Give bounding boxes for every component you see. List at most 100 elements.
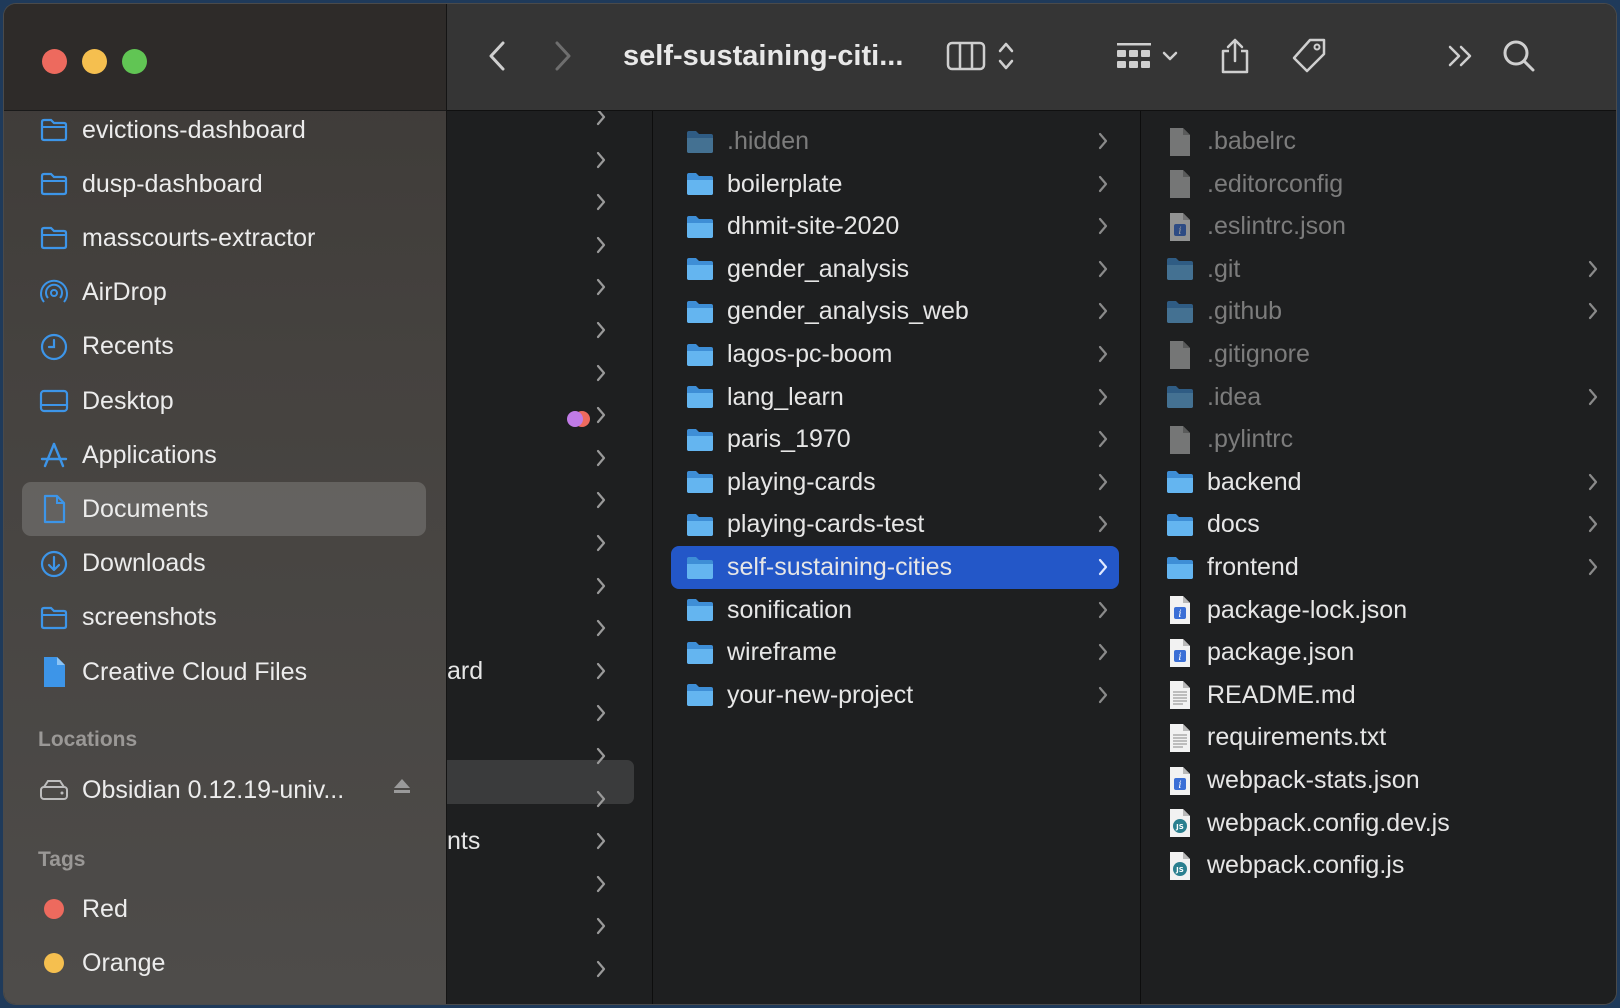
chevron-right-icon (1097, 642, 1109, 667)
sidebar-item-downloads[interactable]: Downloads (22, 537, 426, 591)
file-row-webpack-config-dev-js[interactable]: JS webpack.config.dev.js (1165, 802, 1605, 845)
file-icon (1165, 425, 1195, 455)
folder-row-hidden[interactable]: .hidden (671, 120, 1119, 163)
folder-row-docs[interactable]: docs (1165, 503, 1605, 546)
folder-icon (1165, 553, 1195, 583)
share-button[interactable] (1213, 36, 1257, 80)
minimize-window-button[interactable] (82, 49, 107, 74)
folder-row-backend[interactable]: backend (1165, 461, 1605, 504)
chevron-right-icon (1097, 387, 1109, 412)
folder-row-git[interactable]: .git (1165, 248, 1605, 291)
sidebar-item-airdrop[interactable]: AirDrop (22, 266, 426, 320)
sidebar: evictions-dashboard dusp-dashboard masscou… (4, 4, 447, 1004)
view-mode-button[interactable] (935, 36, 1025, 80)
folder-row-frontend[interactable]: frontend (1165, 546, 1605, 589)
sidebar-header (4, 4, 446, 111)
sidebar-item-label: screenshots (82, 603, 217, 632)
chevron-right-icon (595, 831, 607, 856)
sidebar-item-dusp-dashboard[interactable]: dusp-dashboard (22, 157, 426, 211)
folder-row-lagos-pc-boom[interactable]: lagos-pc-boom (671, 333, 1119, 376)
sidebar-item-evictions-dashboard[interactable]: evictions-dashboard (22, 103, 426, 157)
sidebar-tag-red[interactable]: Red (22, 882, 426, 936)
back-button[interactable] (475, 36, 519, 80)
item-label: .eslintrc.json (1207, 212, 1346, 241)
folder-row-idea[interactable]: .idea (1165, 376, 1605, 419)
chevron-right-icon (1097, 131, 1109, 156)
file-row-webpack-config-js[interactable]: JS webpack.config.js (1165, 844, 1605, 887)
sidebar-item-creative-cloud-files[interactable]: Creative Cloud Files (22, 645, 426, 699)
sidebar-item-documents[interactable]: Documents (22, 482, 426, 537)
file-row-pylintrc[interactable]: .pylintrc (1165, 418, 1605, 461)
sidebar-item-label: masscourts-extractor (82, 223, 316, 252)
sidebar-tag-orange[interactable]: Orange (22, 936, 426, 990)
search-button[interactable] (1497, 36, 1541, 80)
item-label: .pylintrc (1207, 425, 1294, 454)
sidebar-item-desktop[interactable]: Desktop (22, 374, 426, 428)
sidebar-item-obsidian[interactable]: Obsidian 0.12.19-univ... (22, 763, 426, 817)
folder-icon (38, 602, 70, 634)
item-label: .git (1207, 254, 1241, 283)
chevron-right-icon (595, 916, 607, 941)
folder-row-lang-learn[interactable]: lang_learn (671, 376, 1119, 419)
desktop-icon (38, 385, 70, 417)
file-row-package-json[interactable]: i package.json (1165, 631, 1605, 674)
file-icon (1165, 340, 1195, 370)
file-icon (1165, 127, 1195, 157)
folder-row-playing-cards-test[interactable]: playing-cards-test (671, 503, 1119, 546)
file-row-gitignore[interactable]: .gitignore (1165, 333, 1605, 376)
item-label: .editorconfig (1207, 169, 1344, 198)
folder-row-paris-1970[interactable]: paris_1970 (671, 418, 1119, 461)
sidebar-item-masscourts-extractor[interactable]: masscourts-extractor (22, 211, 426, 265)
file-row-babelrc[interactable]: .babelrc (1165, 120, 1605, 163)
sidebar-item-recents[interactable]: Recents (22, 320, 426, 374)
group-button[interactable] (1111, 36, 1183, 80)
sidebar-item-label: dusp-dashboard (82, 169, 263, 198)
folder-row-your-new-project[interactable]: your-new-project (671, 674, 1119, 717)
close-window-button[interactable] (42, 49, 67, 74)
chevron-right-icon (1587, 514, 1599, 539)
clock-icon (38, 331, 70, 363)
folder-row-github[interactable]: .github (1165, 290, 1605, 333)
folder-row-gender-analysis[interactable]: gender_analysis (671, 248, 1119, 291)
folder-row-wireframe[interactable]: wireframe (671, 631, 1119, 674)
file-row-requirements-txt[interactable]: requirements.txt (1165, 716, 1605, 759)
chevron-right-icon (1097, 557, 1109, 582)
tag-dot-icon (38, 893, 70, 925)
folder-row-sonification[interactable]: sonification (671, 589, 1119, 632)
tag-button[interactable] (1287, 36, 1331, 80)
document-icon (38, 493, 70, 525)
item-label: boilerplate (727, 169, 843, 198)
folder-icon (685, 254, 715, 284)
file-row-readme-md[interactable]: README.md (1165, 674, 1605, 717)
chevron-right-icon (1097, 259, 1109, 284)
file-row-eslintrc-json[interactable]: i .eslintrc.json (1165, 205, 1605, 248)
folder-row-boilerplate[interactable]: boilerplate (671, 163, 1119, 206)
zoom-window-button[interactable] (122, 49, 147, 74)
folder-row-dhmit-site-2020[interactable]: dhmit-site-2020 (671, 205, 1119, 248)
window-title: self-sustaining-citi... (623, 40, 904, 72)
updown-icon (998, 40, 1014, 77)
chevron-right-icon (595, 533, 607, 558)
item-label: lang_learn (727, 382, 844, 411)
item-label: package-lock.json (1207, 595, 1408, 624)
folder-row-playing-cards[interactable]: playing-cards (671, 461, 1119, 504)
chevron-right-icon (1587, 557, 1599, 582)
chevron-right-icon (595, 235, 607, 260)
eject-icon[interactable] (392, 777, 412, 800)
tag-dots-icon (565, 409, 593, 434)
folder-row-self-sustaining-cities[interactable]: self-sustaining-cities (671, 546, 1119, 589)
forward-button[interactable] (541, 36, 585, 80)
folder-icon (685, 680, 715, 710)
file-row-package-lock-json[interactable]: i package-lock.json (1165, 589, 1605, 632)
file-row-webpack-stats-json[interactable]: i webpack-stats.json (1165, 759, 1605, 802)
item-label: dhmit-site-2020 (727, 212, 900, 241)
file-row-editorconfig[interactable]: .editorconfig (1165, 163, 1605, 206)
toolbar: self-sustaining-citi... (447, 4, 1616, 111)
partial-item-label: nts (447, 827, 481, 855)
sidebar-item-applications[interactable]: Applications (22, 428, 426, 482)
more-button[interactable] (1443, 36, 1479, 80)
tag-label: Red (82, 894, 128, 923)
folder-icon (1165, 297, 1195, 327)
sidebar-item-screenshots[interactable]: screenshots (22, 591, 426, 645)
folder-row-gender-analysis-web[interactable]: gender_analysis_web (671, 290, 1119, 333)
